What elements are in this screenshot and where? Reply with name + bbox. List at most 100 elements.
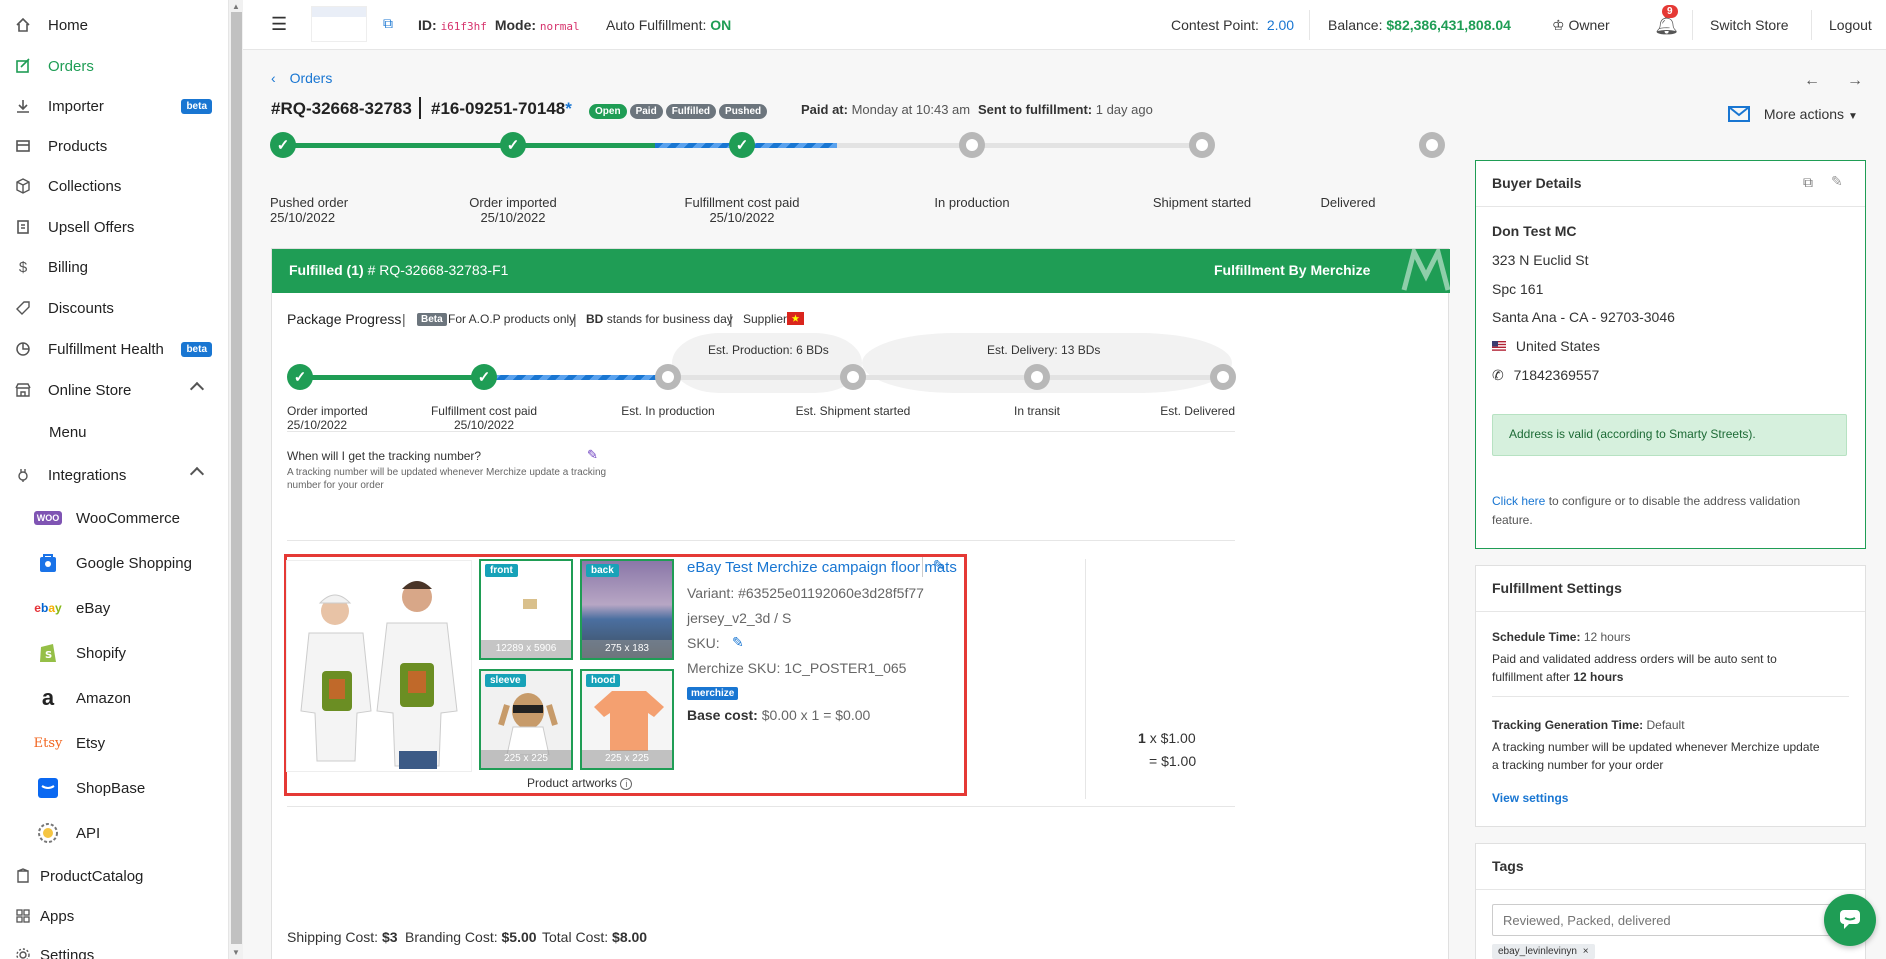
shopify-logo-icon: S bbox=[34, 642, 62, 664]
artwork-thumbnail-front[interactable]: front 12289 x 5906 bbox=[479, 559, 573, 660]
chevron-left-icon: ‹ bbox=[271, 70, 276, 86]
pending-step-icon bbox=[959, 132, 985, 158]
artwork-thumbnail-back[interactable]: back 275 x 183 bbox=[580, 559, 674, 660]
sidebar-item-importer[interactable]: Importer beta bbox=[0, 87, 228, 125]
breadcrumb[interactable]: ‹ Orders bbox=[271, 70, 332, 86]
woocommerce-logo-icon: WOO bbox=[33, 507, 63, 529]
package-step-label: Est. Shipment started bbox=[795, 404, 911, 418]
close-icon[interactable]: × bbox=[1583, 946, 1589, 957]
google-shopping-logo-icon bbox=[34, 552, 62, 574]
external-order-number: #16-09251-70148* bbox=[431, 99, 572, 118]
more-actions-button[interactable]: More actions ▼ bbox=[1728, 106, 1858, 125]
sidebar-item-menu[interactable]: Menu bbox=[0, 413, 228, 451]
sidebar-item-settings[interactable]: Settings bbox=[0, 936, 228, 959]
sidebar-item-orders[interactable]: Orders bbox=[0, 47, 228, 85]
chat-button[interactable] bbox=[1824, 894, 1876, 946]
sidebar-item-home[interactable]: Home bbox=[0, 6, 228, 44]
chevron-up-icon[interactable] bbox=[189, 466, 205, 482]
pending-step-icon bbox=[655, 364, 681, 390]
progress-step-label: In production bbox=[934, 195, 1010, 210]
artwork-thumbnail-sleeve[interactable]: sleeve 225 x 225 bbox=[479, 669, 573, 770]
check-icon: ✓ bbox=[287, 364, 313, 390]
sidebar-item-api[interactable]: API bbox=[0, 814, 228, 852]
sidebar-item-upsell-offers[interactable]: Upsell Offers bbox=[0, 208, 228, 246]
progress-line-pending bbox=[837, 143, 1201, 148]
branding-cost: Branding Cost: $5.00 bbox=[405, 929, 537, 945]
edit-icon[interactable]: ✎ bbox=[933, 557, 945, 574]
sidebar-item-fulfillment-health[interactable]: Fulfillment Health beta bbox=[0, 330, 228, 368]
info-icon[interactable]: i bbox=[620, 778, 633, 790]
click-here-link[interactable]: Click here bbox=[1492, 494, 1545, 508]
beta-badge: Beta bbox=[417, 313, 447, 326]
check-icon: ✓ bbox=[729, 132, 755, 158]
phone-icon: ✆ bbox=[1492, 367, 1504, 383]
status-badge-paid: Paid bbox=[629, 104, 663, 119]
sidebar-scrollbar[interactable]: ▲ ▼ bbox=[228, 0, 243, 959]
sidebar-item-ebay[interactable]: ebay eBay bbox=[0, 589, 228, 627]
sidebar-item-online-store[interactable]: Online Store bbox=[0, 371, 228, 409]
progress-step-label: Delivered bbox=[1320, 195, 1376, 210]
owner-menu[interactable]: ♔ Owner bbox=[1552, 17, 1610, 34]
view-settings-link[interactable]: View settings bbox=[1492, 791, 1568, 805]
sidebar-item-collections[interactable]: Collections bbox=[0, 167, 228, 205]
progress-line-done bbox=[283, 143, 655, 148]
edit-sku-icon[interactable]: ✎ bbox=[732, 634, 744, 651]
address-valid-alert: Address is valid (according to Smarty St… bbox=[1492, 414, 1847, 456]
check-icon: ✓ bbox=[500, 132, 526, 158]
balance: Balance: $82,386,431,808.04 bbox=[1328, 17, 1511, 33]
sidebar-item-products[interactable]: Products bbox=[0, 127, 228, 165]
est-delivery: Est. Delivery: 13 BDs bbox=[987, 343, 1101, 357]
scrollbar-thumb[interactable] bbox=[231, 12, 242, 944]
next-order-arrow-icon[interactable]: → bbox=[1847, 72, 1863, 90]
store-id: ID: i61f3hf Mode: normal bbox=[418, 17, 580, 33]
progress-step-label: Order imported 25/10/2022 bbox=[469, 195, 557, 225]
package-step-label: Fulfillment cost paid 25/10/2022 bbox=[430, 404, 538, 432]
sidebar-item-etsy[interactable]: Etsy Etsy bbox=[0, 724, 228, 762]
amazon-logo-icon: a bbox=[41, 685, 55, 710]
external-link-icon[interactable]: ⧉ bbox=[383, 15, 393, 32]
sidebar-item-productcatalog[interactable]: ProductCatalog bbox=[0, 857, 228, 895]
logout-button[interactable]: Logout bbox=[1829, 17, 1872, 33]
sent-to-fulfillment: Sent to fulfillment: 1 day ago bbox=[978, 102, 1153, 117]
sidebar-item-apps[interactable]: Apps bbox=[0, 897, 228, 935]
buyer-details-card: Buyer Details ⧉ ✎ Don Test MC 323 N Eucl… bbox=[1475, 160, 1866, 549]
api-logo-icon bbox=[34, 822, 62, 844]
sidebar-item-woocommerce[interactable]: WOO WooCommerce bbox=[0, 499, 228, 537]
package-step-label: In transit bbox=[1013, 404, 1061, 418]
copy-icon[interactable]: ⧉ bbox=[1803, 174, 1813, 191]
sidebar-item-shopbase[interactable]: ShopBase bbox=[0, 769, 228, 807]
status-badge-pushed: Pushed bbox=[719, 104, 768, 119]
store-icon bbox=[12, 379, 34, 401]
box-icon bbox=[12, 175, 34, 197]
order-number: #RQ-32668-32783 bbox=[271, 99, 412, 118]
title-divider bbox=[419, 97, 421, 119]
check-icon: ✓ bbox=[270, 132, 296, 158]
chevron-up-icon[interactable] bbox=[189, 381, 205, 397]
hamburger-menu-icon[interactable]: ☰ bbox=[271, 14, 287, 35]
sidebar-item-integrations[interactable]: Integrations bbox=[0, 456, 228, 494]
orders-icon bbox=[12, 55, 34, 77]
etsy-logo-icon: Etsy bbox=[33, 735, 63, 751]
scroll-up-arrow-icon[interactable]: ▲ bbox=[232, 2, 240, 11]
main-content: ‹ Orders ← → #RQ-32668-32783 #16-09251-7… bbox=[243, 50, 1886, 959]
product-title-link[interactable]: eBay Test Merchize campaign floor mats bbox=[687, 559, 957, 576]
contest-point: Contest Point: 2.00 bbox=[1171, 17, 1295, 33]
tags-input[interactable] bbox=[1492, 904, 1832, 936]
catalog-icon bbox=[12, 865, 34, 887]
switch-store-button[interactable]: Switch Store bbox=[1710, 17, 1789, 33]
pending-step-icon bbox=[1189, 132, 1215, 158]
edit-icon[interactable]: ✎ bbox=[1831, 173, 1843, 190]
paid-at: Paid at: Monday at 10:43 am bbox=[801, 102, 971, 117]
sidebar-item-discounts[interactable]: Discounts bbox=[0, 289, 228, 327]
sidebar-item-google-shopping[interactable]: Google Shopping bbox=[0, 544, 228, 582]
sidebar-item-amazon[interactable]: a Amazon bbox=[0, 679, 228, 717]
sidebar-item-billing[interactable]: $ Billing bbox=[0, 248, 228, 286]
apps-grid-icon bbox=[12, 905, 34, 927]
artwork-thumbnail-hood[interactable]: hood 225 x 225 bbox=[580, 669, 674, 770]
sidebar-item-shopify[interactable]: S Shopify bbox=[0, 634, 228, 672]
prev-order-arrow-icon[interactable]: ← bbox=[1804, 72, 1820, 90]
product-mockup-image[interactable] bbox=[286, 560, 472, 772]
scroll-down-arrow-icon[interactable]: ▼ bbox=[232, 948, 240, 957]
edit-icon[interactable]: ✎ bbox=[587, 447, 598, 463]
merchize-badge: merchize bbox=[687, 687, 739, 700]
